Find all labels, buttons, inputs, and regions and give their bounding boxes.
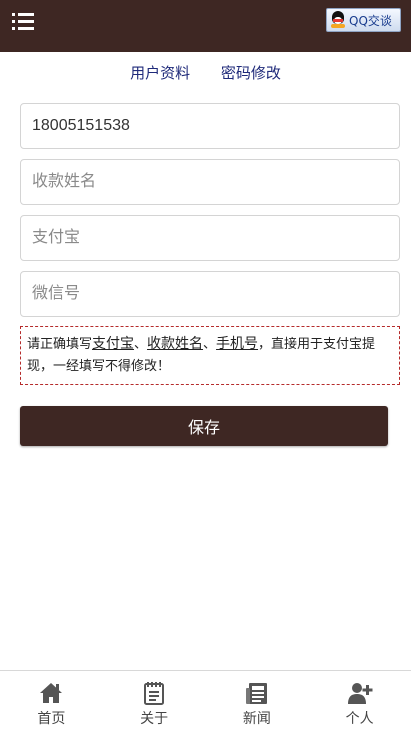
qq-chat-label: QQ交谈 <box>349 13 392 28</box>
sub-navigation: 用户资料 密码修改 <box>0 62 411 83</box>
top-bar: QQ交谈 <box>0 0 411 52</box>
qq-chat-button[interactable]: QQ交谈 <box>326 8 401 32</box>
notice-payee-name: 收款姓名 <box>147 336 204 352</box>
bottom-nav-label: 首页 <box>37 711 66 727</box>
alipay-field[interactable] <box>20 215 400 261</box>
bottom-nav-label: 个人 <box>345 711 374 727</box>
bottom-nav-label: 新闻 <box>242 711 271 727</box>
wechat-field[interactable] <box>20 271 400 317</box>
notice-separator: 、 <box>203 337 217 352</box>
menu-icon[interactable] <box>12 12 36 32</box>
payee-name-field[interactable] <box>20 159 400 205</box>
notice-alipay: 支付宝 <box>92 336 135 352</box>
tab-change-password[interactable]: 密码修改 <box>221 64 281 82</box>
newspaper-icon <box>245 683 267 704</box>
save-button[interactable]: 保存 <box>20 406 388 446</box>
notice-box: 请正确填写支付宝、收款姓名、手机号，直接用于支付宝提现，一经填写不得修改！ <box>20 326 400 385</box>
notice-prefix: 请正确填写 <box>27 337 93 352</box>
bottom-nav: 首页 关于 新闻 个人 <box>0 670 411 735</box>
bottom-nav-about[interactable]: 关于 <box>103 671 206 735</box>
notice-separator: 、 <box>134 337 148 352</box>
phone-field[interactable] <box>20 103 400 149</box>
bottom-nav-news[interactable]: 新闻 <box>206 671 309 735</box>
add-user-icon <box>347 683 373 704</box>
tab-user-profile[interactable]: 用户资料 <box>130 64 190 82</box>
home-icon <box>40 683 63 703</box>
notebook-icon <box>144 682 165 705</box>
bottom-nav-profile[interactable]: 个人 <box>308 671 411 735</box>
notice-phone: 手机号 <box>216 336 259 352</box>
bottom-nav-home[interactable]: 首页 <box>0 671 103 735</box>
bottom-nav-label: 关于 <box>140 711 169 727</box>
qq-penguin-icon <box>330 11 346 29</box>
